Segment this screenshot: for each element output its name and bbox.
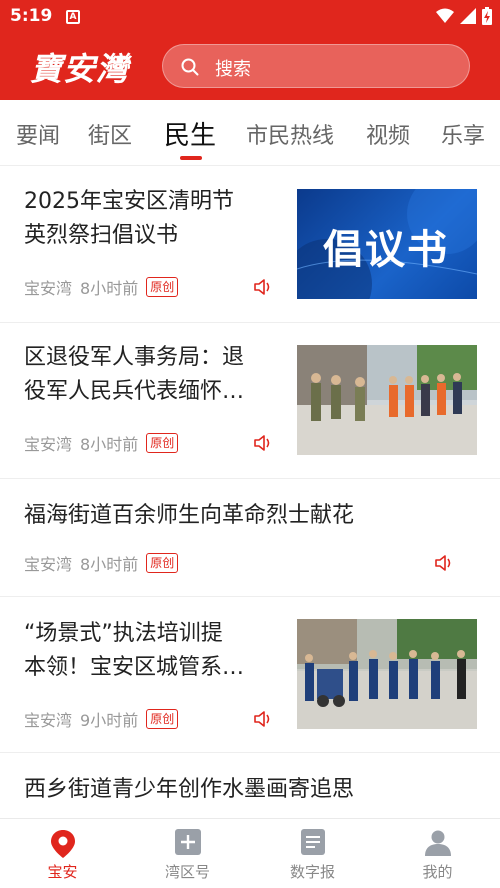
plus-square-icon [174, 829, 201, 855]
news-source: 宝安湾 [24, 279, 73, 298]
news-meta: 宝安湾 8小时前 原创 [24, 275, 179, 299]
news-source: 宝安湾 [24, 435, 73, 454]
news-source: 宝安湾 [24, 711, 73, 730]
speaker-icon[interactable] [434, 554, 454, 572]
original-badge: 原创 [146, 709, 179, 729]
tab-lexiang[interactable]: 乐享 [441, 118, 485, 150]
battery-icon [482, 7, 492, 25]
news-item[interactable]: 2025年宝安区清明节 英烈祭扫倡议书 宝安湾 8小时前 原创 倡议书 [0, 167, 500, 323]
news-title: 西乡街道青少年创作水墨画寄追思 [24, 777, 355, 802]
nav-label: 宝安 [47, 863, 78, 881]
wifi-icon [436, 8, 454, 23]
news-meta: 宝安湾 8小时前 原创 [24, 431, 179, 455]
nav-baoan[interactable]: 宝安 [0, 819, 125, 888]
active-tab-indicator [180, 156, 202, 160]
nav-shuzibao[interactable]: 数字报 [250, 819, 375, 888]
location-pin-icon [50, 830, 75, 858]
news-item[interactable]: 区退役军人事务局：退 役军人民兵代表缅怀… 宝安湾 8小时前 原创 [0, 323, 500, 479]
user-icon [424, 830, 451, 856]
thumbnail-title: 倡议书 [323, 227, 449, 273]
news-title: 2025年宝安区清明节 英烈祭扫倡议书 [24, 189, 234, 248]
status-time: 5:19 [10, 6, 53, 26]
news-title: “场景式”执法培训提 本领！宝安区城管系… [24, 621, 245, 680]
news-time: 8小时前 [80, 279, 139, 298]
news-feed: 2025年宝安区清明节 英烈祭扫倡议书 宝安湾 8小时前 原创 倡议书 区退役军… [0, 167, 500, 817]
news-meta: 宝安湾 9小时前 原创 [24, 707, 179, 731]
search-placeholder: 搜索 [215, 59, 251, 80]
app-header: 寶安灣 搜索 [0, 34, 500, 100]
nav-label: 我的 [422, 863, 453, 881]
app-logo: 寶安灣 [30, 50, 130, 88]
status-icons [436, 7, 492, 25]
news-item[interactable]: 福海街道百余师生向革命烈士献花 宝安湾 8小时前 原创 [0, 479, 500, 597]
thumbnail-photo [297, 345, 477, 455]
news-title: 福海街道百余师生向革命烈士献花 [24, 503, 355, 528]
status-bar: 5:19 A [0, 0, 500, 34]
news-item[interactable]: “场景式”执法培训提 本领！宝安区城管系… 宝安湾 9小时前 原创 [0, 597, 500, 753]
news-source: 宝安湾 [24, 555, 73, 574]
speaker-icon[interactable] [253, 278, 273, 296]
news-thumbnail[interactable] [297, 345, 477, 455]
speaker-icon[interactable] [253, 710, 273, 728]
category-tabs: 要闻 街区 民生 市民热线 视频 乐享 [0, 100, 500, 166]
tab-yaowen[interactable]: 要闻 [16, 118, 60, 150]
tab-minsheng[interactable]: 民生 [164, 115, 216, 152]
notification-icon: A [66, 10, 80, 24]
nav-wode[interactable]: 我的 [375, 819, 500, 888]
news-meta: 宝安湾 8小时前 原创 [24, 551, 179, 575]
original-badge: 原创 [146, 277, 179, 297]
newspaper-icon [300, 829, 325, 855]
bottom-navigation: 宝安 湾区号 数字报 我的 [0, 818, 500, 888]
tab-shimin-rexian[interactable]: 市民热线 [246, 118, 334, 150]
nav-label: 数字报 [289, 863, 335, 881]
nav-label: 湾区号 [164, 863, 210, 881]
original-badge: 原创 [146, 553, 179, 573]
search-icon [181, 58, 199, 76]
news-time: 8小时前 [80, 555, 139, 574]
search-input[interactable]: 搜索 [162, 44, 470, 88]
news-thumbnail[interactable]: 倡议书 [297, 189, 477, 299]
tab-shipin[interactable]: 视频 [366, 118, 410, 150]
news-time: 8小时前 [80, 435, 139, 454]
tab-jiequ[interactable]: 街区 [88, 118, 132, 150]
news-thumbnail[interactable] [297, 619, 477, 729]
signal-icon [460, 8, 476, 24]
original-badge: 原创 [146, 433, 179, 453]
news-title: 区退役军人事务局：退 役军人民兵代表缅怀… [24, 345, 245, 404]
speaker-icon[interactable] [253, 434, 273, 452]
thumbnail-photo [297, 619, 477, 729]
nav-wanquhao[interactable]: 湾区号 [125, 819, 250, 888]
news-time: 9小时前 [80, 711, 139, 730]
news-item[interactable]: 西乡街道青少年创作水墨画寄追思 [0, 753, 500, 817]
